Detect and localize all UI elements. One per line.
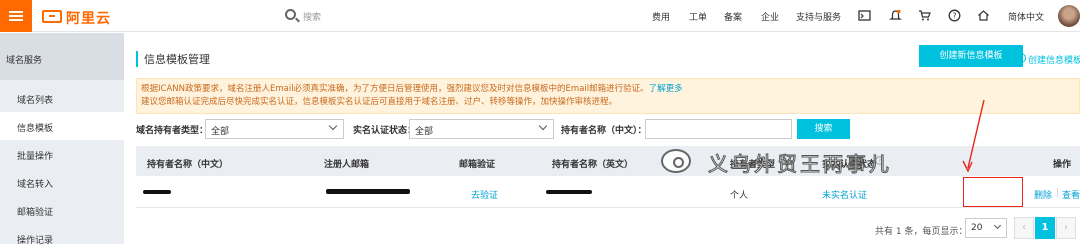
sidebar-item-domain-list[interactable]: 域名列表 (0, 84, 124, 112)
action-separator: | (1056, 188, 1060, 198)
notice-line-2: 建议您邮箱认证完成后尽快完成实名认证，信息模板实名认证后可直接用于域名注册、过户… (141, 97, 618, 107)
search-icon[interactable] (285, 9, 296, 20)
sidebar-item-info-template[interactable]: 信息模板 (0, 112, 124, 140)
next-page-button[interactable]: › (1056, 217, 1076, 239)
nav-tickets[interactable]: 工单 (689, 10, 707, 23)
holder-type-label: 域名持有者类型： (136, 126, 209, 136)
table-row: 去验证 个人 未实名认证 删除 | 查看 (136, 176, 1080, 208)
hamburger-menu-icon[interactable] (0, 0, 32, 32)
terminal-icon[interactable] (858, 9, 871, 22)
col-holder-name-en: 持有者名称（英文） (552, 160, 634, 170)
holder-type-select[interactable]: 全部 (205, 119, 344, 139)
realname-status-select[interactable]: 全部 (409, 119, 554, 139)
table-header: 持有者名称（中文） 注册人邮箱 邮箱验证 持有者名称（英文） 持有者类型 实名认… (136, 146, 1080, 176)
bell-icon[interactable] (889, 9, 902, 22)
realname-status-value: 全部 (415, 127, 434, 137)
verify-email-link[interactable]: 去验证 (471, 188, 498, 201)
main-content: 信息模板管理 创建新信息模板 ? 创建信息模板 根据ICANN政策要求，域名注册… (124, 33, 1080, 244)
realname-status-link[interactable]: 未实名认证 (822, 188, 867, 201)
chevron-down-icon (328, 121, 338, 131)
svg-text:?: ? (953, 11, 957, 20)
view-link[interactable]: 查看 (1062, 188, 1080, 201)
cart-icon[interactable] (918, 9, 931, 22)
holder-type-cell: 个人 (730, 191, 749, 201)
col-registrant-email: 注册人邮箱 (324, 160, 370, 170)
sidebar-item-operation-log[interactable]: 操作记录 (0, 224, 124, 252)
redacted-holder-name (143, 190, 171, 194)
top-navigation-bar: 阿里云 搜索 费用 工单 备案 企业 支持与服务 ? 简体中文 (0, 0, 1080, 32)
pager-total-text: 共有 1 条，每页显示： (875, 227, 968, 237)
redacted-holder-name-en (546, 190, 592, 194)
email-verification-notice: 根据ICANN政策要求，域名注册人Email必须真实准确，为了方便日后管理使用，… (136, 78, 1080, 114)
nav-fees[interactable]: 费用 (652, 10, 670, 23)
delete-link[interactable]: 删除 (1034, 188, 1052, 201)
sidebar-title: 域名服务 (0, 33, 124, 80)
page-size-select[interactable]: 20 (965, 218, 1007, 238)
search-button[interactable]: 搜索 (797, 119, 850, 139)
holder-name-label: 持有者名称（中文）： (561, 126, 647, 136)
search-input[interactable]: 搜索 (303, 10, 321, 23)
sidebar-item-email-verification[interactable]: 邮箱验证 (0, 196, 124, 224)
page-title: 信息模板管理 (136, 51, 210, 67)
sidebar-item-domain-transfer-in[interactable]: 域名转入 (0, 168, 124, 196)
notice-line-1: 根据ICANN政策要求，域名注册人Email必须真实准确，为了方便日后管理使用，… (141, 84, 649, 94)
col-holder-name-cn: 持有者名称（中文） (147, 160, 229, 170)
nav-support[interactable]: 支持与服务 (796, 10, 841, 23)
brand-name[interactable]: 阿里云 (66, 8, 111, 28)
chevron-down-icon (993, 221, 1002, 230)
redacted-email (326, 189, 410, 194)
help-icon[interactable]: ? (948, 9, 961, 22)
col-actions: 操作 (1053, 160, 1072, 170)
language-switcher[interactable]: 简体中文 (1008, 10, 1044, 23)
home-icon[interactable] (977, 9, 990, 22)
nav-enterprise[interactable]: 企业 (761, 10, 779, 23)
page-1-button[interactable]: 1 (1035, 217, 1055, 239)
prev-page-button[interactable]: ‹ (1014, 217, 1034, 239)
user-avatar[interactable] (1058, 5, 1080, 27)
create-template-button[interactable]: 创建新信息模板 (919, 45, 1023, 67)
page-size-value: 20 (971, 223, 983, 233)
sidebar-item-batch-operations[interactable]: 批量操作 (0, 140, 124, 168)
realname-status-label: 实名认证状态： (353, 126, 417, 136)
chevron-down-icon (538, 121, 548, 131)
learn-more-link[interactable]: 了解更多 (649, 84, 683, 94)
watermark-text: 义乌外贸王两事儿 (708, 152, 892, 177)
aliyun-logo-icon[interactable] (42, 10, 62, 23)
holder-type-value: 全部 (211, 127, 230, 137)
holder-name-input[interactable] (645, 119, 792, 139)
question-circle-icon: ? (1016, 53, 1026, 63)
col-email-verification: 邮箱验证 (459, 160, 496, 170)
annotation-highlight-box (963, 177, 1023, 207)
create-template-link[interactable]: 创建信息模板 (1028, 53, 1080, 66)
sidebar: 域名服务 域名列表 信息模板 批量操作 域名转入 邮箱验证 操作记录 (0, 33, 124, 246)
wechat-watermark-icon (661, 149, 691, 173)
nav-filing[interactable]: 备案 (724, 10, 742, 23)
